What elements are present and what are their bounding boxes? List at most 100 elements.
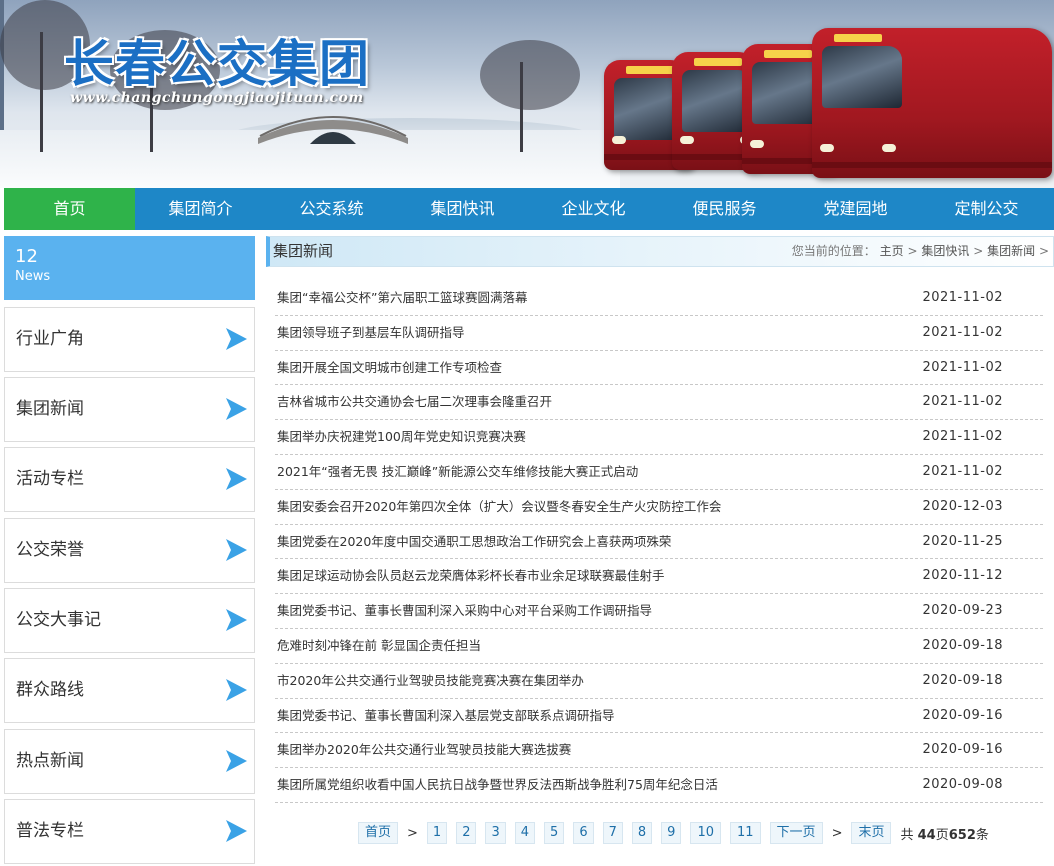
arrow-right-icon [226,750,247,772]
section-title: 集团新闻 [273,242,334,260]
nav-item-group-news[interactable]: 集团快讯 [397,188,528,230]
pager-first-button[interactable]: 首页 [358,822,399,844]
pager-total-prefix: 共 [900,827,914,843]
pager-last-button[interactable]: 末页 [851,822,892,844]
news-title-link[interactable]: 集团安委会召开2020年第四次全体（扩大）会议暨冬春安全生产火灾防控工作会 [277,490,721,524]
list-item: 吉林省城市公共交通协会七届二次理事会隆重召开 2021-11-02 [275,385,1043,421]
site-logo[interactable]: 长春公交集团 [64,24,370,96]
arrow-right-icon [226,609,247,631]
sidebar-item-honors[interactable]: 公交荣誉 [4,518,255,583]
news-title-link[interactable]: 集团党委在2020年度中国交通职工思想政治工作研究会上喜获两项殊荣 [277,525,671,559]
news-title-link[interactable]: 2021年“强者无畏 技汇巅峰”新能源公交车维修技能大赛正式启动 [277,455,638,489]
list-item: 集团党委书记、董事长曹国利深入基层党支部联系点调研指导 2020-09-16 [275,699,1043,734]
nav-item-services[interactable]: 便民服务 [659,188,790,230]
breadcrumb-home[interactable]: 主页 [880,244,904,258]
sidebar-item-label: 公交荣誉 [16,540,84,560]
list-item: 集团开展全国文明城市创建工作专项检查 2021-11-02 [275,351,1043,386]
pager-next-button[interactable]: 下一页 [769,822,823,844]
pager-page-9[interactable]: 9 [661,822,682,844]
sidebar-item-label: 群众路线 [16,680,84,700]
list-item: 集团足球运动协会队员赵云龙荣膺体彩杯长春市业余足球联赛最佳射手 2020-11-1… [275,559,1043,595]
sidebar-item-industry[interactable]: 行业广角 [4,307,255,372]
nav-item-custom-bus[interactable]: 定制公交 [921,188,1052,230]
list-item: 集团举办庆祝建党100周年党史知识竞赛决赛 2021-11-02 [275,420,1043,455]
nav-item-culture[interactable]: 企业文化 [528,188,659,230]
pager-page-10[interactable]: 10 [690,822,721,844]
breadcrumb: 您当前的位置： 主页 > 集团快讯 > 集团新闻 > [792,237,1049,266]
pager-page-8[interactable]: 8 [631,822,653,844]
news-title-link[interactable]: 集团开展全国文明城市创建工作专项检查 [277,351,502,385]
pager-page-2[interactable]: 2 [456,822,477,844]
news-title-link[interactable]: 集团所属党组织收看中国人民抗日战争暨世界反法西斯战争胜利75周年纪念日活 [277,768,718,802]
sidebar-item-mass-line[interactable]: 群众路线 [4,658,255,723]
pager-page-1[interactable]: 1 [426,822,448,844]
news-date: 2020-09-18 [922,637,1003,653]
news-title-link[interactable]: 危难时刻冲锋在前 彰显国企责任担当 [277,629,481,663]
sidebar-item-label: 活动专栏 [16,469,84,489]
list-item: 集团“幸福公交杯”第六届职工篮球赛圆满落幕 2021-11-02 [275,281,1043,316]
sidebar-item-group-news[interactable]: 集团新闻 [4,377,255,442]
pager-page-5[interactable]: 5 [544,822,565,844]
list-item: 危难时刻冲锋在前 彰显国企责任担当 2020-09-18 [275,629,1043,664]
pagination: 首页 > 1 2 3 4 5 6 7 8 9 10 11 下一页 > 末页 共 … [358,821,989,845]
news-date: 2021-11-02 [922,394,1003,410]
breadcrumb-group-news[interactable]: 集团快讯 [921,244,969,258]
site-url: www.changchungongjiaojituan.com [70,90,364,106]
sidebar-item-hot-news[interactable]: 热点新闻 [4,729,255,794]
sidebar-item-label: 集团新闻 [16,399,84,419]
list-item: 集团党委书记、董事长曹国利深入采购中心对平台采购工作调研指导 2020-09-23 [275,594,1043,629]
news-title-link[interactable]: 集团举办庆祝建党100周年党史知识竞赛决赛 [277,420,526,454]
banner-tree [480,40,580,110]
arrow-right-icon [226,468,247,490]
news-date: 2020-11-12 [922,568,1003,584]
sidebar-header: 12 News [4,236,255,300]
pager-page-7[interactable]: 7 [602,822,623,844]
pager-separator: > [407,825,418,841]
news-date: 2020-09-16 [922,707,1003,723]
pager-page-3[interactable]: 3 [485,822,506,844]
news-title-link[interactable]: 集团党委书记、董事长曹国利深入采购中心对平台采购工作调研指导 [277,594,652,628]
news-title-link[interactable]: 集团举办2020年公共交通行业驾驶员技能大赛选拔赛 [277,733,571,767]
list-item: 集团所属党组织收看中国人民抗日战争暨世界反法西斯战争胜利75周年纪念日活 2020… [275,768,1043,803]
pager-total: 共 44页652条 [900,824,988,843]
breadcrumb-prefix: 您当前的位置： [791,244,876,258]
breadcrumb-separator: > [907,244,918,258]
nav-item-home[interactable]: 首页 [4,188,135,230]
arrow-right-icon [226,679,247,701]
pager-total-items: 652 [948,827,976,843]
news-date: 2021-11-02 [922,359,1003,375]
news-date: 2020-11-25 [922,533,1003,549]
sidebar-header-number: 12 [15,246,38,267]
news-date: 2020-09-16 [922,742,1003,758]
sidebar-item-activities[interactable]: 活动专栏 [4,447,255,512]
news-title-link[interactable]: 集团足球运动协会队员赵云龙荣膺体彩杯长春市业余足球联赛最佳射手 [277,559,665,593]
news-date: 2021-11-02 [922,324,1003,340]
section-header: 集团新闻 您当前的位置： 主页 > 集团快讯 > 集团新闻 > [266,236,1054,267]
news-title-link[interactable]: 吉林省城市公共交通协会七届二次理事会隆重召开 [277,385,552,419]
nav-item-bus-system[interactable]: 公交系统 [266,188,397,230]
pager-page-11[interactable]: 11 [730,822,761,844]
sidebar-item-label: 热点新闻 [16,751,84,771]
pager-page-4[interactable]: 4 [514,822,536,844]
news-title-link[interactable]: 集团“幸福公交杯”第六届职工篮球赛圆满落幕 [277,281,527,315]
news-date: 2020-09-18 [922,672,1003,688]
breadcrumb-current[interactable]: 集团新闻 [987,244,1035,258]
news-title-link[interactable]: 市2020年公共交通行业驾驶员技能竞赛决赛在集团举办 [277,664,584,698]
pager-separator: > [831,825,843,841]
list-item: 集团领导班子到基层车队调研指导 2021-11-02 [275,316,1043,351]
pager-page-6[interactable]: 6 [573,822,594,844]
sidebar-item-chronicle[interactable]: 公交大事记 [4,588,255,653]
breadcrumb-separator: > [1038,244,1049,258]
pager-pages-unit: 页 [935,827,949,843]
news-date: 2020-12-03 [922,498,1003,514]
nav-item-party[interactable]: 党建园地 [790,188,921,230]
main-nav: 首页 集团简介 公交系统 集团快讯 企业文化 便民服务 党建园地 定制公交 [4,188,1054,230]
news-title-link[interactable]: 集团领导班子到基层车队调研指导 [277,316,465,350]
breadcrumb-separator: > [973,244,984,258]
sidebar-item-label: 公交大事记 [16,610,101,630]
sidebar-item-law[interactable]: 普法专栏 [4,799,255,864]
nav-item-group-intro[interactable]: 集团简介 [135,188,266,230]
sidebar-item-label: 行业广角 [16,329,84,349]
news-title-link[interactable]: 集团党委书记、董事长曹国利深入基层党支部联系点调研指导 [277,699,615,733]
list-item: 2021年“强者无畏 技汇巅峰”新能源公交车维修技能大赛正式启动 2021-11-… [275,455,1043,490]
